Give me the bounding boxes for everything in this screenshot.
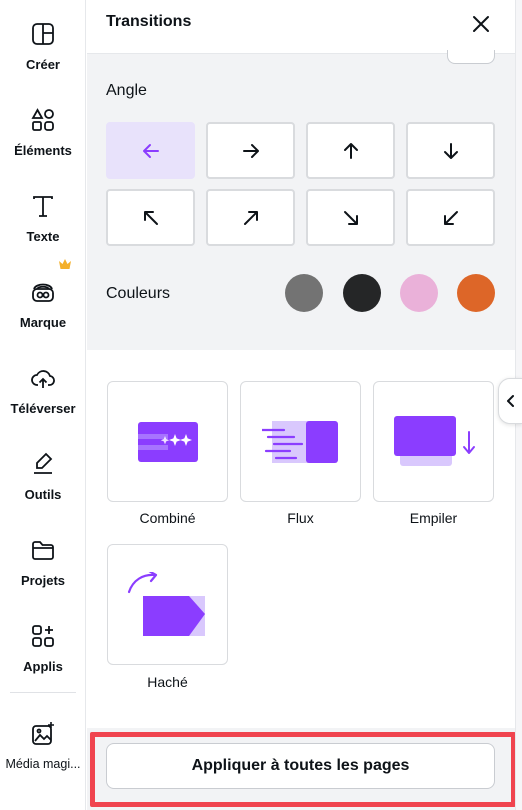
flow-transition-icon [261,420,338,463]
rail-divider [10,692,76,693]
text-icon [29,192,57,220]
scrolled-control-edge [447,50,495,64]
panel-header: Transitions [87,0,515,54]
transitions-panel: Transitions Angle Couleurs Combiné Flux … [87,0,516,810]
rail-item-marque[interactable]: Marque [0,264,86,346]
collapse-panel-button[interactable] [498,378,522,424]
close-icon [473,16,489,32]
rail-item-label: Marque [19,315,67,330]
upload-cloud-icon [29,364,57,392]
transition-card-hache[interactable] [107,544,228,665]
color-swatch-orange[interactable] [457,274,495,312]
chop-transition-icon [127,571,205,636]
color-swatch-black[interactable] [343,274,381,312]
apply-to-all-pages-button[interactable]: Appliquer à toutes les pages [106,743,495,789]
transition-card-flux[interactable] [240,381,361,502]
angle-right-button[interactable] [206,122,295,179]
transition-label: Empiler [409,510,458,526]
close-button[interactable] [467,10,495,38]
color-swatch-pink[interactable] [400,274,438,312]
elements-icon [29,106,57,134]
rail-item-outils[interactable]: Outils [0,436,86,518]
angle-up-button[interactable] [306,122,395,179]
transition-label: Flux [287,510,314,526]
angle-down-button[interactable] [406,122,495,179]
panel-footer: Appliquer à toutes les pages [87,728,516,810]
angle-left-button[interactable] [106,122,195,179]
transition-options: Angle Couleurs [87,50,515,350]
transition-label: Haché [147,674,188,690]
rail-item-label: Projets [20,573,66,588]
panel-title: Transitions [106,13,192,30]
angle-up-left-button[interactable] [106,189,195,246]
magic-media-icon [29,720,57,748]
colors-label: Couleurs [106,285,171,302]
rail-item-projets[interactable]: Projets [0,522,86,604]
arrow-down-icon [443,142,458,159]
arrow-up-icon [343,142,358,159]
arrow-right-icon [242,143,259,158]
tools-icon [29,450,57,478]
left-rail: Créer Éléments Texte Marque Téléverser O… [0,0,86,810]
arrow-down-left-icon [443,210,458,225]
rail-item-label: Applis [23,659,63,674]
transition-label: Combiné [139,510,196,526]
folder-icon [29,536,57,564]
angle-down-left-button[interactable] [406,189,495,246]
apps-icon [29,622,57,650]
rail-item-televerser[interactable]: Téléverser [0,350,86,432]
color-swatch-gray[interactable] [285,274,323,312]
arrow-left-icon [142,143,159,158]
arrow-down-right-icon [343,210,358,225]
brand-icon [29,278,57,306]
transition-card-empiler[interactable] [373,381,494,502]
stack-transition-icon [393,415,475,466]
rail-item-label: Média magi... [5,757,81,771]
angle-label: Angle [106,82,147,99]
rail-item-creer[interactable]: Créer [0,6,86,88]
arrow-up-left-icon [143,210,158,225]
rail-item-elements[interactable]: Éléments [0,92,86,174]
angle-down-right-button[interactable] [306,189,395,246]
chevron-left-icon [506,395,514,407]
angle-up-right-button[interactable] [206,189,295,246]
combine-transition-icon [137,421,198,462]
rail-item-label: Texte [26,229,60,244]
transition-card-combine[interactable] [107,381,228,502]
rail-item-applis[interactable]: Applis [0,608,86,690]
rail-item-label: Éléments [14,143,72,158]
transition-types: Combiné Flux Empiler Haché [87,350,515,728]
rail-item-label: Créer [26,57,60,72]
create-icon [29,20,57,48]
rail-item-media-magique[interactable]: Média magi... [0,706,86,788]
rail-item-texte[interactable]: Texte [0,178,86,260]
rail-item-label: Téléverser [10,401,76,416]
arrow-up-right-icon [243,210,258,225]
rail-item-label: Outils [24,487,62,502]
